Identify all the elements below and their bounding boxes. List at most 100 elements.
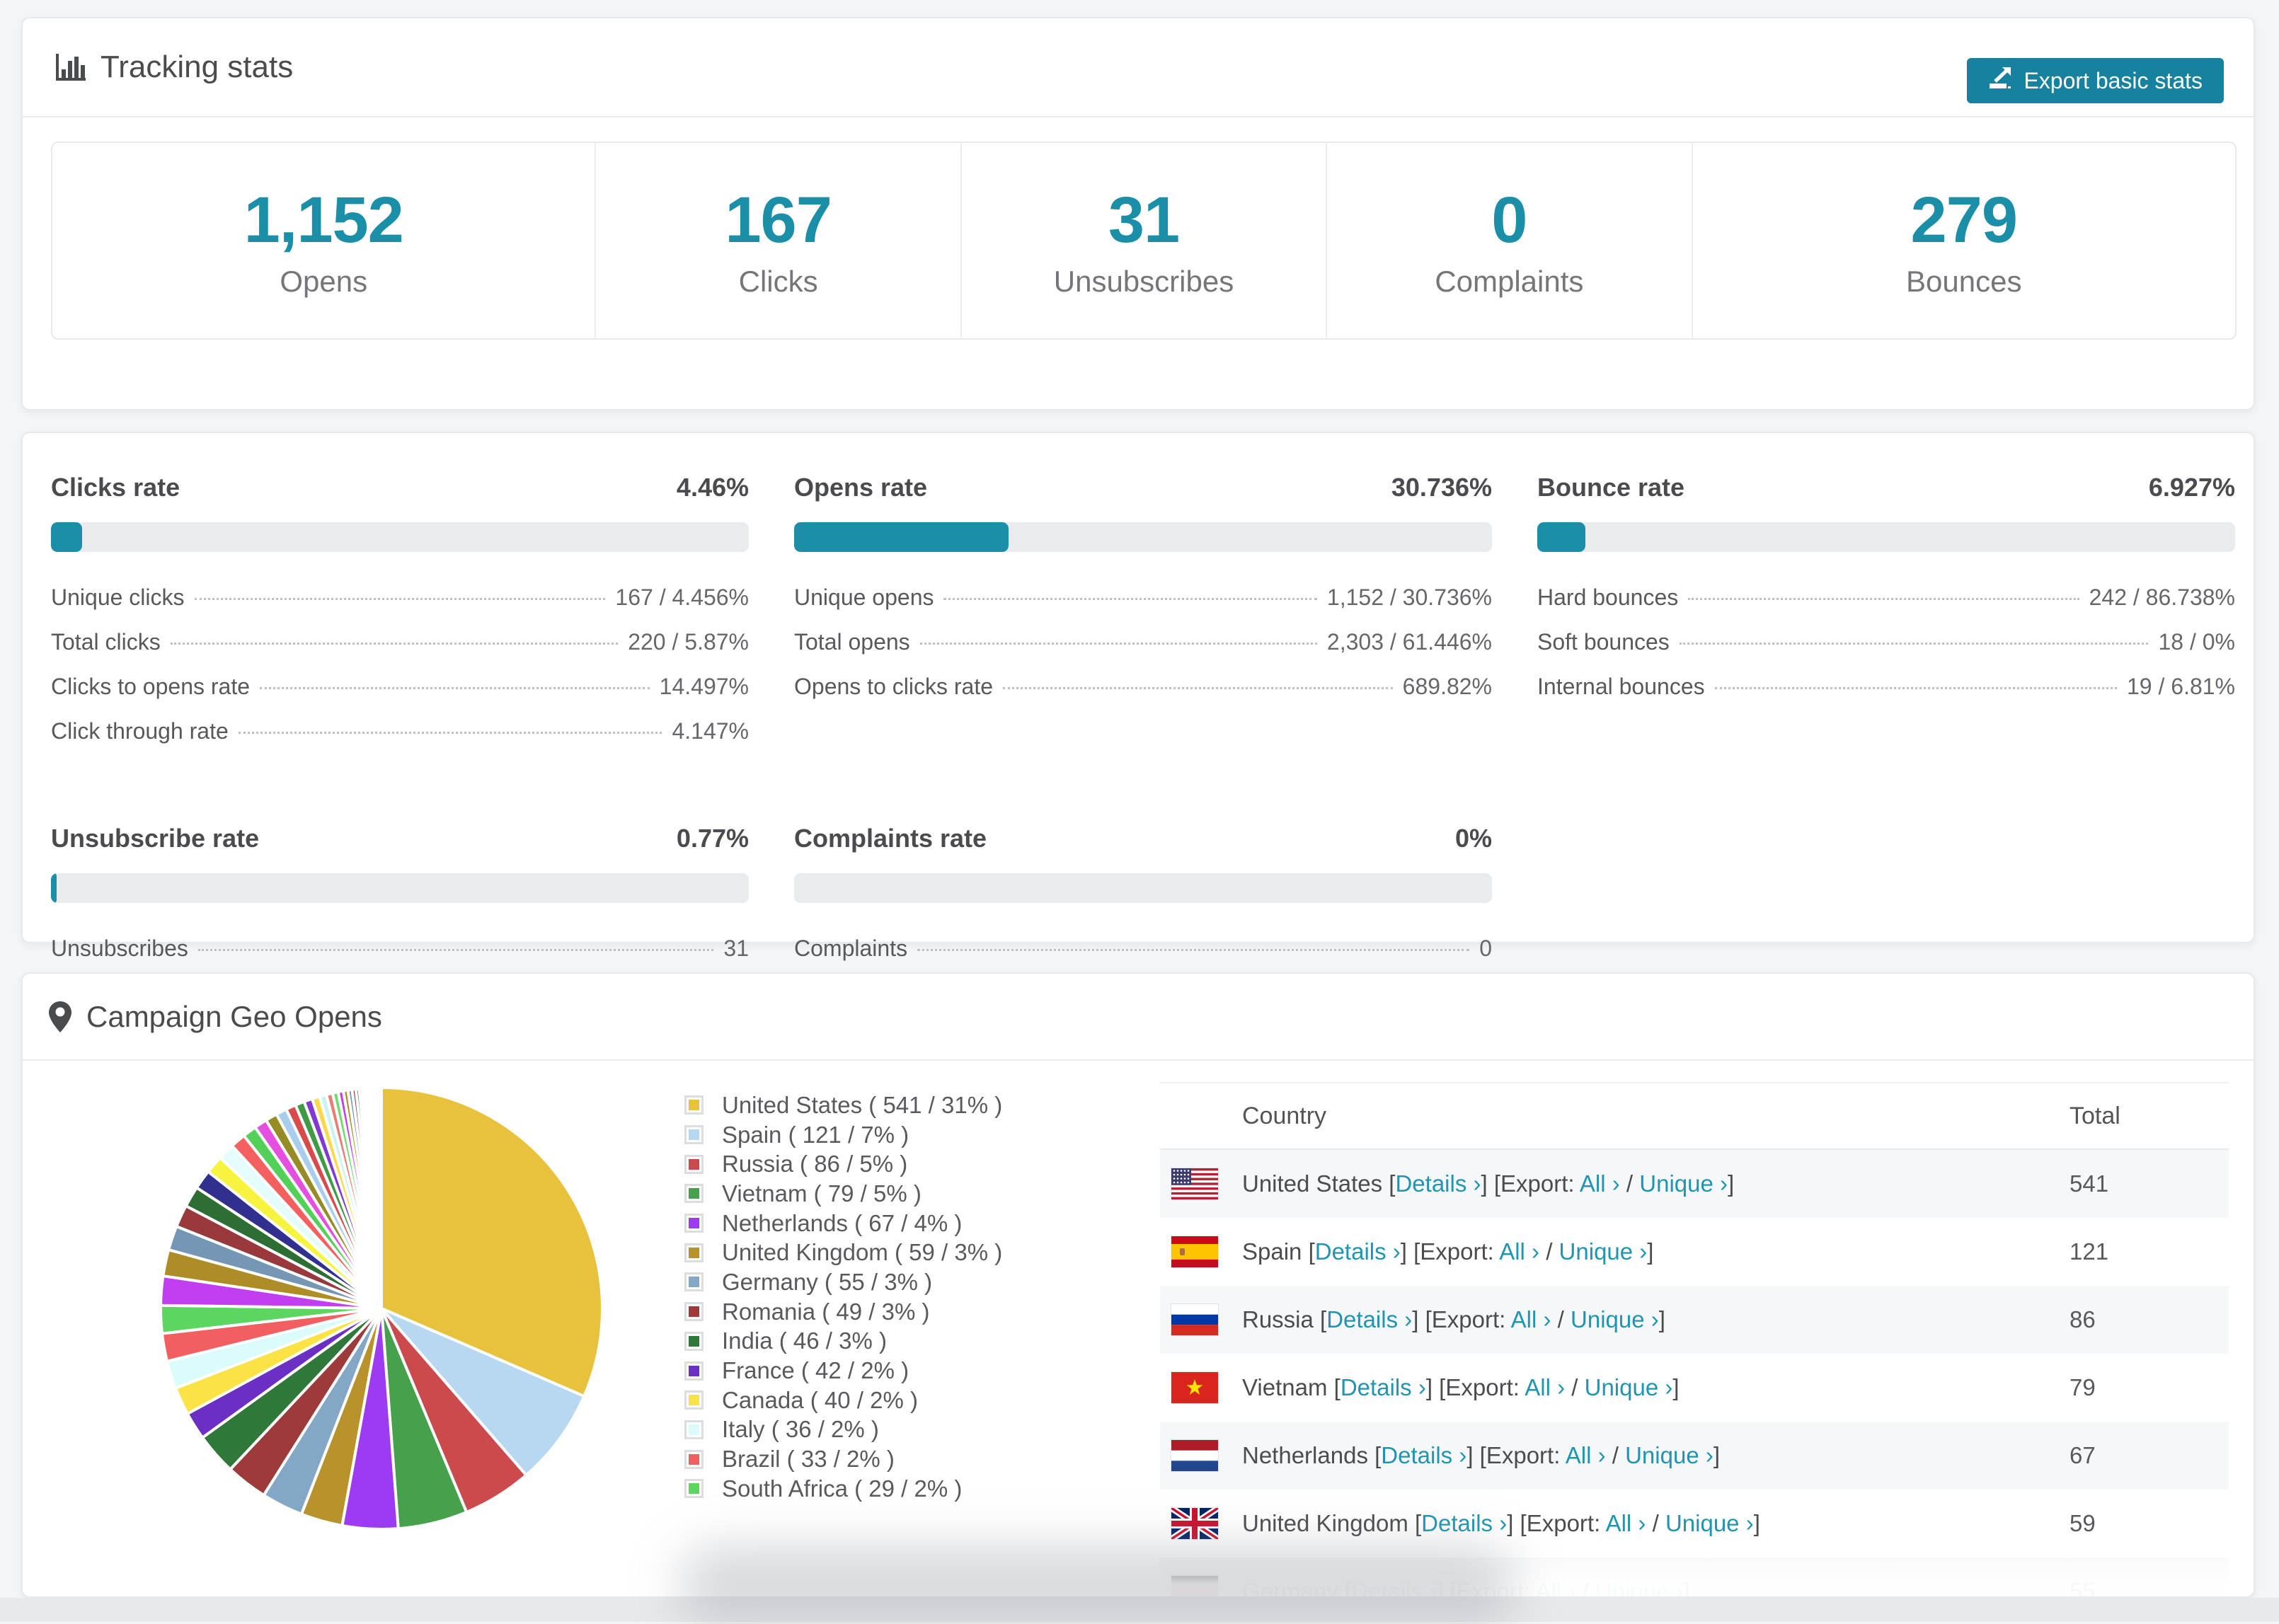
bracket: ] [ xyxy=(1425,1374,1446,1400)
stat-value: 167 xyxy=(725,183,832,256)
rate-row-value: 14.497% xyxy=(659,674,749,699)
table-row: Spain [Details ›] [Export: All › / Uniqu… xyxy=(1160,1218,2229,1286)
table-row: Netherlands [Details ›] [Export: All › /… xyxy=(1160,1422,2229,1490)
legend-item[interactable]: India ( 46 / 3% ) xyxy=(684,1327,1002,1357)
rate-section: Bounce rate 6.927% Hard bounces 242 / 86… xyxy=(1537,454,2235,763)
export-unique-link[interactable]: Unique › xyxy=(1585,1374,1673,1400)
details-link[interactable]: Details › xyxy=(1341,1374,1426,1400)
rate-row-value: 1,152 / 30.736% xyxy=(1326,584,1492,610)
rate-row-value: 167 / 4.456% xyxy=(615,584,749,610)
country-flag-icon xyxy=(1171,1439,1219,1472)
legend-item[interactable]: Canada ( 40 / 2% ) xyxy=(684,1386,1002,1415)
export-unique-link[interactable]: Unique › xyxy=(1571,1306,1659,1332)
export-all-link[interactable]: All › xyxy=(1525,1374,1565,1400)
details-link[interactable]: Details › xyxy=(1326,1306,1412,1332)
export-button-label: Export basic stats xyxy=(2023,67,2203,93)
legend-swatch xyxy=(684,1125,704,1145)
legend-item[interactable]: Italy ( 36 / 2% ) xyxy=(684,1415,1002,1445)
export-unique-link[interactable]: Unique › xyxy=(1665,1510,1754,1536)
table-row: Vietnam [Details ›] [Export: All › / Uni… xyxy=(1160,1354,2229,1422)
export-all-link[interactable]: All › xyxy=(1566,1442,1606,1468)
country-flag-icon xyxy=(1171,1303,1219,1336)
rate-row-value: 18 / 0% xyxy=(2158,629,2235,655)
export-unique-link[interactable]: Unique › xyxy=(1639,1170,1728,1197)
legend-item[interactable]: Vietnam ( 79 / 5% ) xyxy=(684,1179,1002,1209)
rate-row-value: 19 / 6.81% xyxy=(2127,674,2235,699)
dotted-leader xyxy=(197,949,714,951)
legend-label: Vietnam ( 79 / 5% ) xyxy=(722,1180,922,1207)
legend-swatch xyxy=(684,1243,704,1262)
rate-progress-fill xyxy=(51,522,82,552)
export-all-link[interactable]: All › xyxy=(1499,1238,1539,1265)
rate-row-label: Unique opens xyxy=(794,584,934,610)
map-pin-icon xyxy=(48,1001,72,1033)
stat-value: 0 xyxy=(1491,183,1527,256)
legend-swatch xyxy=(684,1214,704,1233)
export-all-link[interactable]: All › xyxy=(1536,1578,1576,1596)
dotted-leader xyxy=(1003,687,1393,689)
details-link[interactable]: Details › xyxy=(1421,1510,1507,1536)
details-link[interactable]: Details › xyxy=(1381,1442,1466,1468)
dotted-leader xyxy=(919,643,1317,645)
export-all-link[interactable]: All › xyxy=(1511,1306,1551,1332)
stat-value: 1,152 xyxy=(243,183,404,256)
export-all-link[interactable]: All › xyxy=(1606,1510,1646,1536)
rate-row-value: 0 xyxy=(1479,935,1492,961)
rate-progress-fill xyxy=(51,873,57,903)
export-unique-link[interactable]: Unique › xyxy=(1559,1238,1648,1265)
legend-item[interactable]: France ( 42 / 2% ) xyxy=(684,1356,1002,1386)
export-all-link[interactable]: All › xyxy=(1580,1170,1620,1197)
rate-row-value: 220 / 5.87% xyxy=(628,629,749,655)
rate-progress-fill xyxy=(1537,522,1586,552)
country-name: Netherlands xyxy=(1242,1442,1368,1468)
rate-title: Complaints rate xyxy=(794,824,987,853)
rate-value: 4.46% xyxy=(676,473,749,502)
legend-item[interactable]: Netherlands ( 67 / 4% ) xyxy=(684,1209,1002,1238)
export-label: Export: xyxy=(1420,1238,1500,1265)
legend-label: Netherlands ( 67 / 4% ) xyxy=(722,1209,963,1236)
legend-item[interactable]: Brazil ( 33 / 2% ) xyxy=(684,1444,1002,1474)
geo-header: Campaign Geo Opens xyxy=(23,974,2254,1061)
legend-item[interactable]: Russia ( 86 / 5% ) xyxy=(684,1149,1002,1179)
slash: / xyxy=(1612,1442,1626,1468)
country-flag-icon xyxy=(1171,1507,1219,1540)
export-label: Export: xyxy=(1431,1306,1511,1332)
legend-label: United States ( 541 / 31% ) xyxy=(722,1091,1003,1118)
legend-item[interactable]: South Africa ( 29 / 2% ) xyxy=(684,1474,1002,1504)
export-basic-stats-button[interactable]: Export basic stats xyxy=(1967,58,2224,103)
export-unique-link[interactable]: Unique › xyxy=(1595,1578,1684,1596)
legend-label: Canada ( 40 / 2% ) xyxy=(722,1386,918,1413)
export-icon xyxy=(1988,66,2012,96)
country-total: 55 xyxy=(2070,1578,2096,1598)
details-link[interactable]: Details › xyxy=(1315,1238,1401,1265)
rate-detail-row: Soft bounces 18 / 0% xyxy=(1537,629,2235,655)
legend-item[interactable]: United States ( 541 / 31% ) xyxy=(684,1090,1002,1120)
geo-pie-chart[interactable] xyxy=(157,1084,606,1533)
stat-value: 31 xyxy=(1108,183,1180,256)
legend-label: Brazil ( 33 / 2% ) xyxy=(722,1446,895,1473)
legend-item[interactable]: Spain ( 121 / 7% ) xyxy=(684,1120,1002,1150)
legend-item[interactable]: United Kingdom ( 59 / 3% ) xyxy=(684,1238,1002,1267)
country-total: 121 xyxy=(2070,1238,2109,1265)
legend-item[interactable]: Germany ( 55 / 3% ) xyxy=(684,1267,1002,1297)
rate-row-label: Unsubscribes xyxy=(51,935,188,961)
export-unique-link[interactable]: Unique › xyxy=(1625,1442,1713,1468)
bracket: [ xyxy=(1320,1306,1327,1332)
rate-title: Opens rate xyxy=(794,473,928,502)
country-column-header: Country xyxy=(1242,1102,1327,1129)
dotted-leader xyxy=(943,598,1317,600)
export-label: Export: xyxy=(1486,1442,1566,1468)
stat-value: 279 xyxy=(1910,183,2018,256)
bracket: ] xyxy=(1658,1306,1665,1332)
stat-cell: 167 Clicks xyxy=(596,143,962,338)
geo-title: Campaign Geo Opens xyxy=(86,999,382,1033)
stat-label: Complaints xyxy=(1435,264,1584,298)
rate-detail-row: Hard bounces 242 / 86.738% xyxy=(1537,584,2235,611)
details-link[interactable]: Details › xyxy=(1395,1170,1481,1197)
legend-label: South Africa ( 29 / 2% ) xyxy=(722,1475,963,1502)
stat-cell: 279 Bounces xyxy=(1693,143,2235,338)
legend-swatch xyxy=(684,1390,704,1410)
rates-grid: Clicks rate 4.46% Unique clicks 167 / 4.… xyxy=(51,454,2235,980)
country-flag-icon xyxy=(1171,1168,1219,1200)
legend-item[interactable]: Romania ( 49 / 3% ) xyxy=(684,1297,1002,1327)
